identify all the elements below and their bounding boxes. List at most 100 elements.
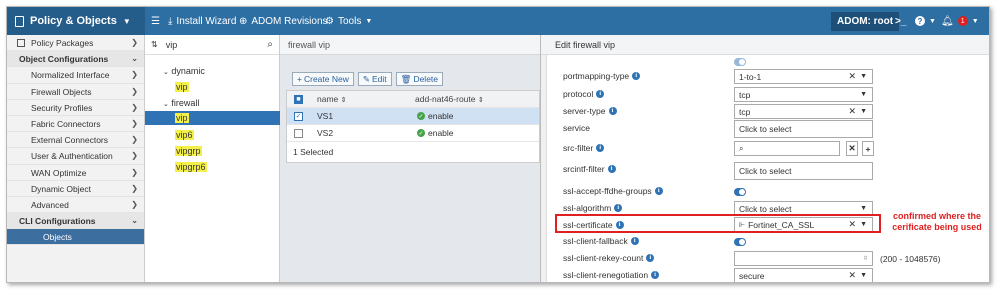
- notifications-menu[interactable]: 🔔︎ 1 ▼: [941, 7, 979, 35]
- portmapping-type-select[interactable]: 1-to-1 ✕ ▼: [734, 69, 873, 84]
- hamburger-icon[interactable]: ☰: [151, 7, 160, 35]
- sidebar-item-policy-packages[interactable]: Policy Packages ❯: [7, 35, 144, 52]
- help-menu[interactable]: ? ▼: [915, 7, 936, 35]
- sidebar-item-dynamic-object[interactable]: Dynamic Object ❯: [7, 181, 144, 197]
- sidebar-item-external-connectors[interactable]: External Connectors ❯: [7, 132, 144, 149]
- scrollbar[interactable]: [541, 55, 547, 282]
- row-checkbox[interactable]: ✓: [294, 111, 303, 121]
- info-icon[interactable]: i: [596, 144, 605, 152]
- sidebar-item-security-profiles[interactable]: Security Profiles ❯: [7, 100, 144, 116]
- field-label: ssl-accept-ffdhe-groups: [563, 186, 652, 196]
- src-filter-add-button[interactable]: +: [862, 141, 874, 156]
- tree-item-vipgrp6[interactable]: vipgrp6: [175, 162, 207, 172]
- ssl-client-fallback-toggle[interactable]: [734, 238, 746, 246]
- tree-item-label: vip: [175, 113, 189, 123]
- src-filter-input[interactable]: ⌕: [734, 141, 840, 156]
- select-all-checkbox[interactable]: ■: [294, 94, 303, 104]
- sidebar: Policy Packages ❯ Object Configurations ⌄ …: [7, 35, 145, 282]
- object-tree-panel: ⇅ vip ⌕ ⌄ dynamic vip ⌄ firewall vip vip…: [145, 35, 280, 282]
- document-icon: [15, 15, 24, 27]
- field-srcintf-filter: srcintf-filter i: [563, 160, 616, 178]
- sidebar-item-label: External Connectors: [31, 135, 109, 146]
- chevron-right-icon: ❯: [131, 135, 138, 145]
- module-menu[interactable]: Policy & Objects ▼: [7, 7, 145, 35]
- notification-count-badge: 1: [957, 16, 968, 26]
- sidebar-item-wan-optimize[interactable]: WAN Optimize ❯: [7, 165, 144, 181]
- col-name-header[interactable]: name ⇕: [317, 94, 415, 104]
- table-row[interactable]: VS2 ✓ enable: [287, 125, 539, 142]
- tree-item-vipgrp[interactable]: vipgrp: [175, 146, 202, 156]
- sidebar-item-advanced[interactable]: Advanced ❯: [7, 197, 144, 214]
- ssl-accept-ffdhe-groups-toggle[interactable]: [734, 188, 746, 196]
- tree-search-input[interactable]: vip: [166, 40, 260, 50]
- tree-item-dynamic-vip[interactable]: vip: [175, 82, 189, 92]
- info-icon[interactable]: i: [607, 165, 616, 173]
- partial-toggle[interactable]: [734, 58, 746, 66]
- install-wizard-label: Install Wizard: [176, 15, 237, 27]
- info-icon[interactable]: i: [646, 254, 655, 262]
- sidebar-item-objects[interactable]: Objects: [7, 229, 144, 246]
- sidebar-section-cli-configurations[interactable]: CLI Configurations ⌄: [7, 213, 144, 230]
- gear-icon: ⚙: [325, 15, 334, 27]
- service-select[interactable]: Click to select: [734, 120, 873, 138]
- chevron-down-icon: ▼: [860, 73, 867, 80]
- create-new-button[interactable]: + Create New: [292, 72, 354, 86]
- sidebar-item-label: Firewall Objects: [31, 86, 92, 97]
- clear-icon[interactable]: ✕: [848, 270, 856, 281]
- delete-button[interactable]: 🗑︎ Delete: [395, 72, 444, 86]
- info-icon[interactable]: i: [608, 107, 617, 115]
- tree-item-vip[interactable]: vip: [175, 113, 189, 123]
- chevron-down-icon: ▼: [860, 108, 867, 115]
- chevron-down-icon: ⌄: [163, 69, 169, 76]
- bell-icon: 🔔︎: [941, 15, 954, 27]
- sidebar-item-normalized-interface[interactable]: Normalized Interface ❯: [7, 67, 144, 84]
- clear-icon[interactable]: ✕: [848, 106, 856, 117]
- adom-revisions-button[interactable]: ⊕ ADOM Revisions: [239, 7, 328, 35]
- cli-console-icon[interactable]: >_: [895, 7, 906, 35]
- search-icon[interactable]: ⌕: [267, 39, 273, 50]
- chevron-down-icon: ▼: [860, 205, 867, 212]
- adom-selector[interactable]: ADOM: root: [831, 12, 900, 31]
- chevron-down-icon: ⌄: [131, 216, 138, 226]
- tree-search-bar[interactable]: ⇅ vip ⌕: [145, 35, 279, 55]
- chevron-down-icon: ▼: [929, 17, 936, 25]
- info-icon[interactable]: i: [630, 237, 639, 245]
- search-icon: ⌕: [739, 143, 744, 153]
- field-label: service: [563, 123, 590, 133]
- sort-icon[interactable]: ⇅: [151, 40, 158, 49]
- sidebar-section-object-configurations[interactable]: Object Configurations ⌄: [7, 51, 144, 68]
- plus-icon: +: [297, 74, 302, 84]
- delete-label: Delete: [413, 74, 439, 84]
- top-bar: Policy & Objects ▼ ☰ ⤓ Install Wizard ⊕ …: [7, 7, 989, 35]
- table-row[interactable]: ✓ VS1 ✓ enable: [287, 108, 539, 125]
- ssl-client-renegotiation-select[interactable]: secure ✕ ▼: [734, 268, 873, 282]
- chevron-down-icon: ⌄: [163, 101, 169, 108]
- clear-icon[interactable]: ✕: [848, 71, 856, 82]
- sidebar-item-fabric-connectors[interactable]: Fabric Connectors ❯: [7, 116, 144, 133]
- col-route-header[interactable]: add-nat46-route ⇕: [415, 94, 484, 104]
- spinner-icon[interactable]: ⇳: [863, 255, 868, 262]
- tree-group-dynamic[interactable]: ⌄ dynamic: [163, 66, 205, 76]
- tools-menu[interactable]: ⚙ Tools ▼: [325, 7, 372, 35]
- sidebar-item-firewall-objects[interactable]: Firewall Objects ❯: [7, 84, 144, 100]
- row-route: enable: [428, 111, 454, 121]
- src-filter-remove-button[interactable]: ✕: [846, 141, 858, 156]
- annotation-text: confirmed where the cerificate being use…: [892, 211, 982, 232]
- chevron-down-icon: ▼: [860, 272, 867, 279]
- srcintf-filter-select[interactable]: Click to select: [734, 162, 873, 180]
- info-icon[interactable]: i: [654, 187, 663, 195]
- row-checkbox[interactable]: [294, 128, 303, 138]
- tree-item-vip6[interactable]: vip6: [175, 130, 194, 140]
- tree-group-firewall[interactable]: ⌄ firewall: [163, 98, 199, 108]
- sidebar-item-user-authentication[interactable]: User & Authentication ❯: [7, 148, 144, 165]
- info-icon[interactable]: i: [614, 204, 623, 212]
- info-icon[interactable]: i: [651, 271, 660, 279]
- ssl-client-rekey-count-input[interactable]: ⇳: [734, 251, 873, 266]
- protocol-select[interactable]: tcp ▼: [734, 87, 873, 102]
- list-title: firewall vip: [280, 35, 540, 55]
- info-icon[interactable]: i: [632, 72, 641, 80]
- install-wizard-button[interactable]: ⤓ Install Wizard: [168, 7, 236, 35]
- info-icon[interactable]: i: [596, 90, 605, 98]
- edit-button[interactable]: ✎ Edit: [357, 72, 392, 86]
- server-type-select[interactable]: tcp ✕ ▼: [734, 104, 873, 119]
